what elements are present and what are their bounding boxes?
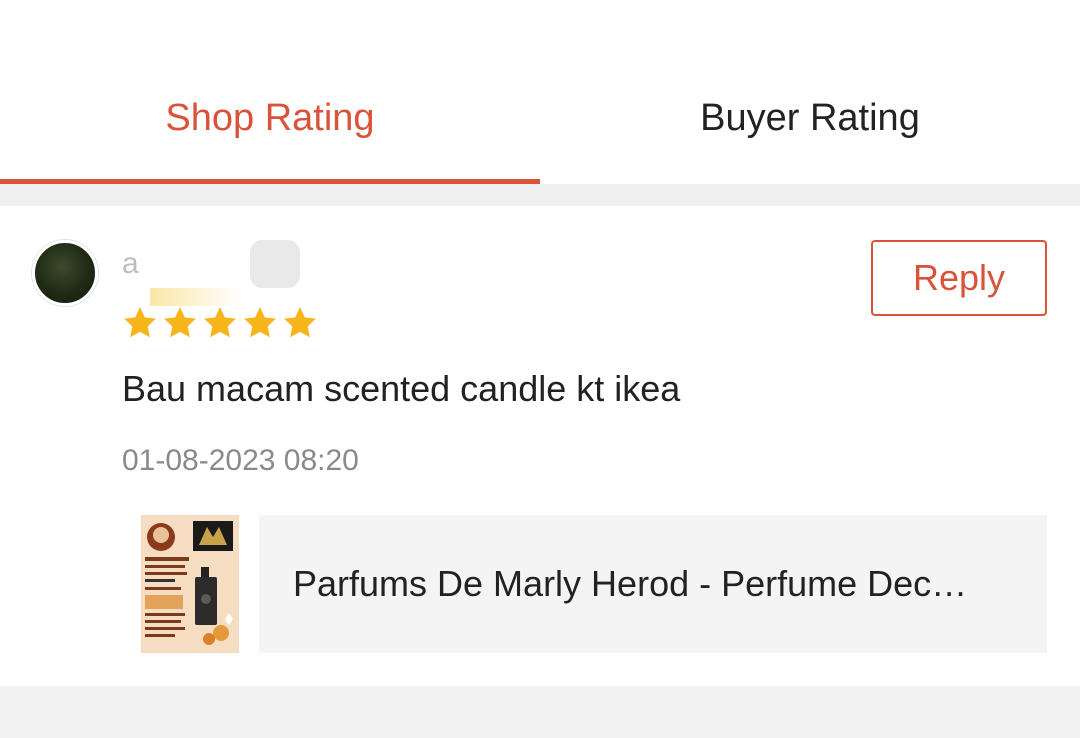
star-icon: [244, 307, 276, 338]
rating-tabs: Shop Rating Buyer Rating: [0, 0, 1080, 184]
section-divider: [0, 184, 1080, 206]
section-divider: [0, 686, 1080, 738]
perfume-product-thumbnail[interactable]: [141, 515, 239, 653]
product-title: Parfums De Marly Herod - Perfume Dec…: [293, 563, 968, 604]
star-icon: [284, 307, 316, 338]
tab-shop-rating[interactable]: Shop Rating: [0, 0, 540, 184]
username-redaction: [250, 240, 300, 288]
tab-shop-rating-label: Shop Rating: [165, 96, 375, 139]
product-link[interactable]: Parfums De Marly Herod - Perfume Dec…: [259, 515, 1047, 653]
tab-buyer-rating[interactable]: Buyer Rating: [540, 0, 1080, 184]
product-image-icon: [141, 515, 239, 653]
star-icon: [124, 307, 156, 338]
username-redaction: [150, 240, 250, 288]
reply-button[interactable]: Reply: [871, 240, 1047, 316]
review-comment: Bau macam scented candle kt ikea: [122, 368, 681, 409]
star-icon: [164, 307, 196, 338]
avatar: [32, 240, 98, 306]
shop-rating-page: Shop Rating Buyer Rating a Reply Bau mac…: [0, 0, 1080, 738]
review-timestamp: 01-08-2023 08:20: [122, 444, 359, 477]
tab-buyer-rating-label: Buyer Rating: [700, 96, 920, 139]
star-icon: [204, 307, 236, 338]
star-rating: [120, 303, 320, 343]
